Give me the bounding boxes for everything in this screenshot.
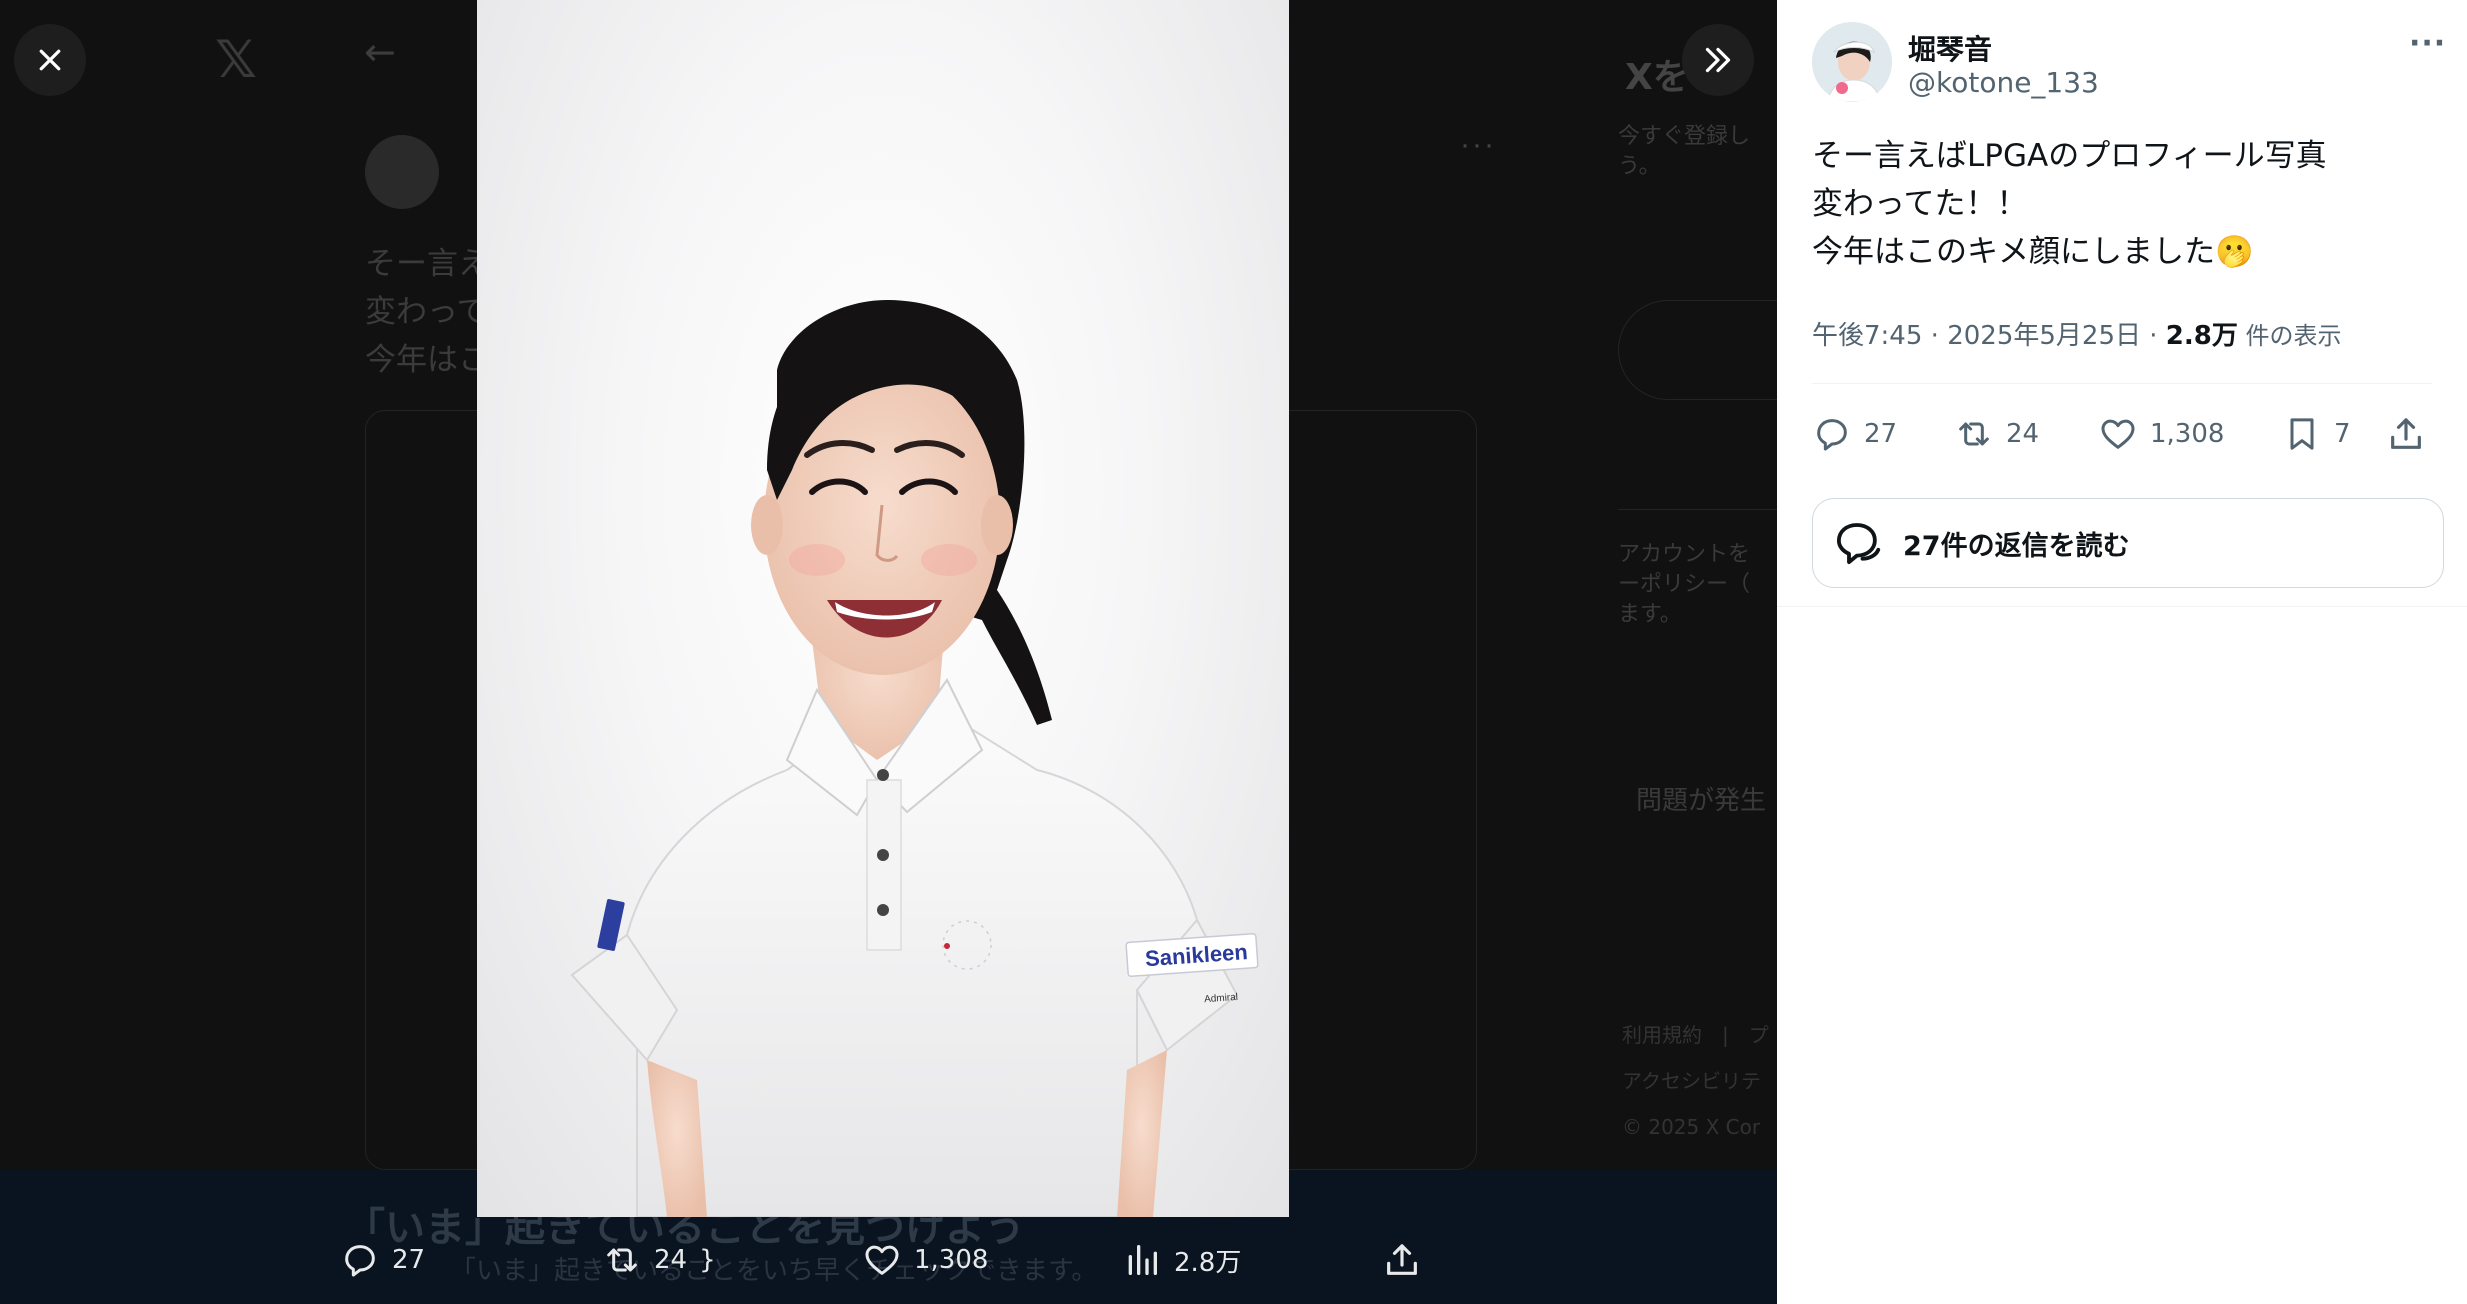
- tweet-meta: 午後7:45 · 2025年5月25日 · 2.8万 件の表示: [1812, 315, 2341, 352]
- read-replies-button[interactable]: 27件の返信を読む: [1812, 498, 2444, 588]
- views-icon: [1128, 1245, 1157, 1275]
- like-button[interactable]: 1,308: [2098, 406, 2224, 462]
- reply-count: 27: [1864, 419, 1898, 449]
- background-more-icon: ···: [1460, 128, 1496, 161]
- expand-panel-button[interactable]: [1682, 24, 1754, 96]
- view-count[interactable]: 2.8万: [2166, 321, 2238, 351]
- divider: [1812, 383, 2432, 384]
- tweet-detail-panel: 堀琴音 @kotone_133 ··· そー言えばLPGAのプロフィール写真 変…: [1777, 0, 2467, 1304]
- media-like-count: 1,308: [914, 1245, 989, 1275]
- expand-icon: [1705, 47, 1731, 73]
- background-apple-button: [1618, 300, 1777, 400]
- bg-line: 今年はこ: [365, 342, 489, 378]
- media-reply-count: 27: [392, 1245, 426, 1275]
- bookmark-icon: [2290, 418, 2314, 450]
- like-icon: [2101, 419, 2135, 449]
- author-handle[interactable]: @kotone_133: [1908, 66, 2099, 99]
- bg-line: そー言え: [365, 246, 489, 282]
- bg-legal-line: アカウントを: [1618, 542, 1751, 567]
- tweet-text-line: そー言えばLPGAのプロフィール写真: [1812, 138, 2327, 174]
- bg-side-line: 今すぐ登録し: [1618, 124, 1751, 149]
- avatar-image: [1812, 22, 1892, 102]
- reply-icon: [345, 1245, 375, 1277]
- bookmark-count: 7: [2334, 419, 2351, 449]
- read-replies-label: 27件の返信を読む: [1903, 530, 2130, 562]
- background-signup-title: Xを: [1625, 57, 1689, 98]
- bookmark-button[interactable]: 7: [2282, 406, 2351, 462]
- author-name[interactable]: 堀琴音: [1908, 28, 1992, 68]
- back-arrow-icon: ←: [364, 30, 396, 74]
- media-reply-button[interactable]: 27: [340, 1240, 425, 1280]
- tweet-date[interactable]: 2025年5月25日: [1947, 321, 2141, 351]
- background-error-text: 問題が発生: [1636, 786, 1767, 816]
- close-icon: [39, 49, 61, 71]
- tweet-text-line: 今年はこのキメ顔にしました: [1812, 234, 2215, 270]
- divider: [1777, 606, 2467, 607]
- hand-over-mouth-emoji: 🫢: [2215, 234, 2254, 270]
- replies-bubble-icon: [1836, 523, 1881, 565]
- repost-icon: [607, 1248, 637, 1272]
- media-share-button[interactable]: [1382, 1240, 1422, 1280]
- background-footer: 利用規約 | プ アクセシビリテ © 2025 X Cor: [1622, 1012, 1769, 1150]
- share-button[interactable]: [2386, 406, 2426, 462]
- media-repost-count: 24: [654, 1245, 688, 1275]
- meta-separator: ·: [2140, 321, 2166, 351]
- bg-footer-line: 利用規約 | プ: [1622, 1023, 1769, 1047]
- share-icon: [1387, 1244, 1417, 1275]
- bg-side-line: う。: [1618, 154, 1661, 179]
- more-icon[interactable]: ···: [2409, 26, 2446, 61]
- media-like-button[interactable]: 1,308: [862, 1240, 988, 1280]
- repost-count: 24: [2006, 419, 2040, 449]
- reply-button[interactable]: 27: [1812, 406, 1897, 462]
- bg-footer-line: © 2025 X Cor: [1622, 1115, 1761, 1139]
- media-repost-button[interactable]: 24 }: [602, 1240, 716, 1280]
- tweet-actions: 27 24 1,308 7: [1812, 406, 2432, 462]
- like-count: 1,308: [2150, 419, 2225, 449]
- view-label: 件の表示: [2237, 322, 2342, 350]
- background-avatar: [365, 135, 439, 209]
- portrait-illustration: Sanikleen Admiral: [570, 300, 1259, 1217]
- meta-separator: ·: [1922, 321, 1948, 351]
- media-views-count: 2.8万: [1174, 1247, 1242, 1278]
- tweet-photo[interactable]: Sanikleen Admiral: [477, 0, 1289, 1217]
- media-views-button[interactable]: 2.8万: [1122, 1240, 1241, 1280]
- media-action-bar: 27 24 } 1,308 2.8万: [340, 1240, 1430, 1290]
- shirt-sub-text: Admiral: [1204, 992, 1239, 1005]
- tweet-text-line-last: 今年はこのキメ顔にしました🫢: [1812, 228, 2452, 276]
- bg-line: 変わって: [365, 294, 488, 330]
- background-tweet-text: そー言え 変わって 今年はこ: [365, 240, 489, 384]
- bg-legal-line: ーポリシー（: [1618, 572, 1751, 597]
- background-signup-text: 今すぐ登録し う。: [1618, 122, 1750, 182]
- tweet-text: そー言えばLPGAのプロフィール写真 変わってた！！ 今年はこのキメ顔にしました…: [1812, 132, 2452, 276]
- bg-legal-line: ます。: [1618, 602, 1682, 627]
- share-icon: [2391, 418, 2421, 449]
- background-create-account: [1618, 420, 1777, 510]
- background-legal-text: アカウントを ーポリシー（ ます。: [1618, 540, 1750, 630]
- x-logo: 𝕏: [215, 30, 257, 90]
- author-avatar[interactable]: [1812, 22, 1892, 102]
- tweet-text-line: 変わってた！！: [1812, 186, 2028, 222]
- repost-icon: [1959, 422, 1989, 446]
- repost-button[interactable]: 24: [1954, 406, 2039, 462]
- bg-footer-line: アクセシビリテ: [1622, 1069, 1761, 1093]
- reply-icon: [1817, 419, 1847, 451]
- close-button[interactable]: [14, 24, 86, 96]
- like-icon: [865, 1245, 899, 1275]
- tweet-time[interactable]: 午後7:45: [1812, 321, 1922, 351]
